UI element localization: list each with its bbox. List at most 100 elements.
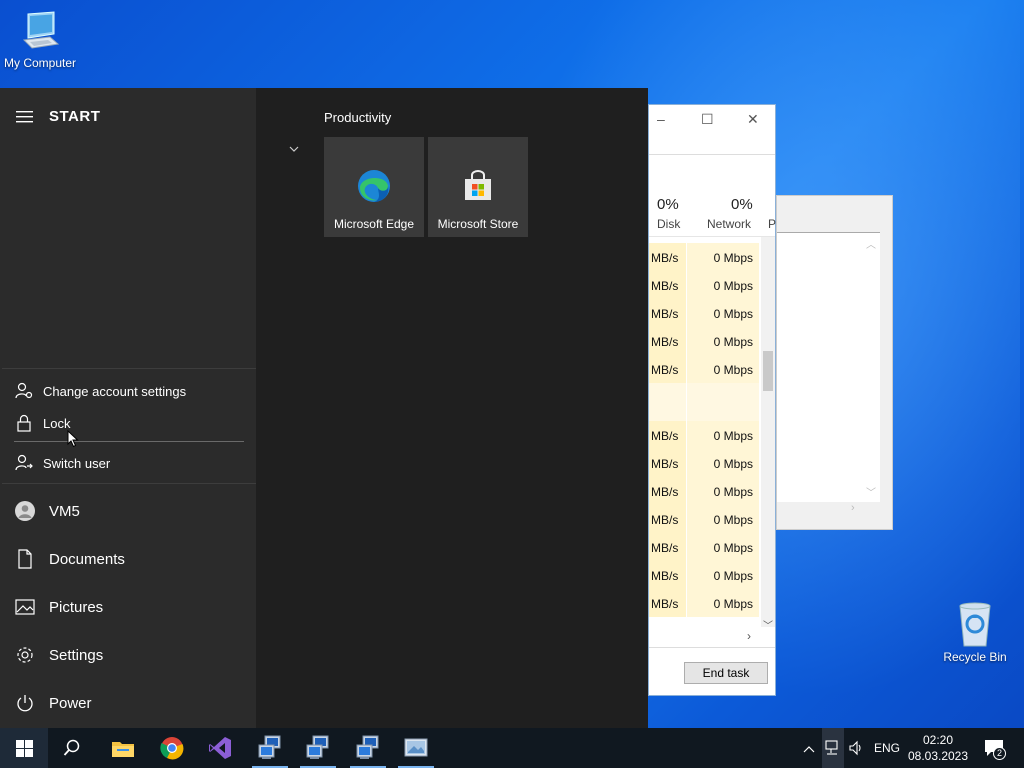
disk-cell: MB/s (649, 243, 686, 271)
person-settings-icon (14, 381, 34, 401)
clock-time: 02:20 (922, 733, 954, 747)
sidebar-item-documents[interactable]: Documents (14, 546, 244, 574)
network-cell: 0 Mbps (687, 449, 759, 477)
network-cell: 0 Mbps (687, 299, 759, 327)
switch-user-icon (14, 453, 34, 473)
desktop-icon-label: My Computer (3, 56, 77, 70)
table-row[interactable]: MB/s 0 Mbps (649, 477, 759, 505)
table-row[interactable]: MB/s 0 Mbps (649, 299, 759, 327)
column-header-power[interactable]: P (768, 217, 776, 231)
scroll-down-icon[interactable]: ﹀ (763, 617, 773, 632)
taskbar-app-remote-3[interactable] (344, 728, 392, 768)
minimize-button[interactable]: – (657, 111, 665, 127)
taskbar-app-chrome[interactable] (148, 728, 196, 768)
taskbar-app-remote-2[interactable] (294, 728, 342, 768)
start-menu-title: START (49, 108, 101, 125)
end-task-button[interactable]: End task (684, 662, 768, 684)
remote-desktop-icon (257, 735, 283, 766)
network-cell (687, 383, 759, 421)
vertical-scrollbar[interactable]: ﹀ (761, 237, 775, 632)
start-menu-sidebar: START Change account settings Lock Switc… (0, 88, 256, 728)
process-table: MB/s 0 Mbps MB/s 0 Mbps MB/s 0 Mbps MB/s 0 M… (649, 243, 759, 617)
scroll-right-icon[interactable]: › (747, 629, 751, 643)
chevron-down-icon[interactable] (288, 140, 300, 158)
network-cell: 0 Mbps (687, 271, 759, 299)
table-row[interactable]: MB/s 0 Mbps (649, 243, 759, 271)
scroll-down-icon[interactable]: ﹀ (866, 484, 876, 499)
disk-cell: MB/s (649, 561, 686, 589)
table-row[interactable]: MB/s 0 Mbps (649, 271, 759, 299)
disk-cell (649, 383, 686, 421)
table-row[interactable]: MB/s 0 Mbps (649, 355, 759, 383)
switch-user-item[interactable]: Switch user (14, 453, 244, 477)
taskbar-app-visual-studio[interactable] (196, 728, 244, 768)
change-account-settings-item[interactable]: Change account settings (14, 381, 244, 405)
taskbar-app-screenshot-tool[interactable] (392, 728, 440, 768)
divider (14, 441, 244, 442)
disk-cell: MB/s (649, 449, 686, 477)
show-hidden-icons-button[interactable] (798, 728, 820, 768)
search-button[interactable] (48, 728, 96, 768)
volume-button[interactable] (845, 728, 867, 768)
sidebar-item-power[interactable]: Power (14, 690, 244, 718)
desktop-icon-recycle-bin[interactable]: Recycle Bin (940, 600, 1010, 664)
network-button[interactable] (822, 728, 844, 768)
network-cell: 0 Mbps (687, 327, 759, 355)
group-header-row (649, 383, 759, 421)
column-header-disk[interactable]: Disk (657, 217, 680, 231)
desktop-icon-my-computer[interactable]: My Computer (0, 10, 80, 70)
scrollbar-thumb[interactable] (763, 351, 773, 391)
remote-desktop-icon (355, 735, 381, 766)
clock[interactable]: 02:20 08.03.2023 (898, 732, 978, 764)
taskbar-app-remote-1[interactable] (246, 728, 294, 768)
table-row[interactable]: MB/s 0 Mbps (649, 421, 759, 449)
flyout-item-label: Change account settings (43, 384, 187, 399)
folder-icon (111, 739, 135, 763)
tile-label: Microsoft Store (437, 217, 519, 231)
close-button[interactable]: ✕ (747, 111, 759, 128)
remote-desktop-icon (305, 735, 331, 766)
maximize-button[interactable]: ☐ (701, 111, 714, 128)
disk-percent: 0% (657, 196, 679, 213)
disk-cell: MB/s (649, 505, 686, 533)
disk-cell: MB/s (649, 271, 686, 299)
hamburger-menu-icon[interactable] (16, 110, 34, 129)
tile-microsoft-store[interactable]: Microsoft Store (428, 137, 528, 237)
table-row[interactable]: MB/s 0 Mbps (649, 561, 759, 589)
column-header-network[interactable]: Network (707, 217, 751, 231)
background-window[interactable]: ︿ ﹀ › (776, 195, 893, 530)
gear-icon (14, 644, 36, 666)
sidebar-item-pictures[interactable]: Pictures (14, 594, 244, 622)
start-button[interactable] (0, 728, 48, 768)
disk-cell: MB/s (649, 299, 686, 327)
sidebar-item-user-vm5[interactable]: VM5 (14, 498, 244, 526)
lock-item[interactable]: Lock (14, 413, 244, 437)
divider (649, 154, 775, 155)
table-row[interactable]: MB/s 0 Mbps (649, 505, 759, 533)
chevron-up-icon (803, 742, 815, 756)
tile-group-title[interactable]: Productivity (324, 110, 391, 125)
desktop-icon-label: Recycle Bin (943, 650, 1007, 664)
sidebar-item-settings[interactable]: Settings (14, 642, 244, 670)
sidebar-item-label: Settings (49, 647, 104, 664)
network-cell: 0 Mbps (687, 477, 759, 505)
table-row[interactable]: MB/s 0 Mbps (649, 449, 759, 477)
sidebar-item-label: Power (49, 695, 92, 712)
tile-label: Microsoft Edge (333, 217, 415, 231)
table-row[interactable]: MB/s 0 Mbps (649, 533, 759, 561)
table-row[interactable]: MB/s 0 Mbps (649, 327, 759, 355)
notifications-button[interactable]: 2 (980, 728, 1010, 768)
title-bar[interactable]: – ☐ ✕ (649, 105, 775, 135)
visual-studio-icon (208, 736, 232, 765)
scroll-right-icon[interactable]: › (851, 502, 855, 514)
account-flyout: Change account settings Lock Switch user (2, 368, 256, 484)
disk-cell: MB/s (649, 533, 686, 561)
taskbar-app-file-explorer[interactable] (98, 728, 146, 768)
tile-microsoft-edge[interactable]: Microsoft Edge (324, 137, 424, 237)
network-cell: 0 Mbps (687, 561, 759, 589)
chrome-icon (160, 736, 184, 765)
language-indicator[interactable]: ENG (874, 741, 900, 768)
task-manager-window[interactable]: – ☐ ✕ 0% Disk 0% Network P MB/s 0 Mbps MB… (648, 104, 776, 696)
table-row[interactable]: MB/s 0 Mbps (649, 589, 759, 617)
scroll-up-icon[interactable]: ︿ (866, 236, 876, 251)
